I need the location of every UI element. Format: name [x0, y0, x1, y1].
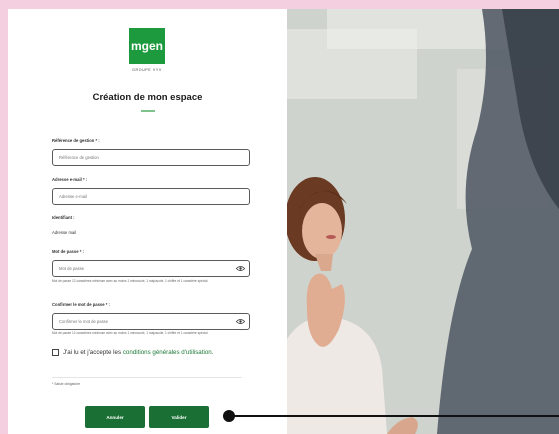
submit-button[interactable]: Valider	[149, 406, 209, 428]
callout-line	[234, 415, 559, 417]
password-input[interactable]: Mot de passe	[52, 260, 250, 277]
password-helper: Mot de passe 12 caractères minimum avec …	[52, 279, 208, 283]
terms-prefix: J'ai lu et j'accepte les	[63, 349, 122, 356]
woman-photo	[287, 9, 559, 434]
terms-checkbox[interactable]	[52, 349, 59, 356]
required-note: * Saisie obligatoire	[52, 382, 81, 386]
reference-placeholder: Référence de gestion	[59, 155, 99, 160]
identifiant-label: Identifiant :	[52, 215, 75, 220]
terms-text: J'ai lu et j'accepte les conditions géné…	[63, 349, 213, 356]
confirm-password-helper: Mot de passe 12 caractères minimum avec …	[52, 331, 208, 335]
confirm-password-label: Confirmer le mot de passe * :	[52, 302, 110, 307]
email-label: Adresse e-mail * :	[52, 177, 88, 182]
form-panel: mgen GROUPE VYV Création de mon espace R…	[8, 9, 287, 434]
password-label: Mot de passe * :	[52, 249, 84, 254]
terms-suffix: .	[211, 349, 214, 356]
page-title: Création de mon espace	[92, 92, 203, 103]
cancel-button[interactable]: Annuler	[85, 406, 145, 428]
eye-icon[interactable]	[236, 318, 245, 325]
password-placeholder: Mot de passe	[59, 266, 85, 271]
title-underline	[141, 110, 155, 112]
identifiant-value: Adresse mail	[52, 230, 77, 235]
mgen-logo: mgen	[129, 28, 165, 64]
signup-page: mgen GROUPE VYV Création de mon espace R…	[8, 9, 559, 434]
terms-link[interactable]: conditions générales d'utilisation	[123, 349, 212, 356]
confirm-password-input[interactable]: Confirmer le mot de passe	[52, 313, 250, 330]
divider	[52, 377, 242, 378]
logo-text: mgen	[130, 39, 163, 53]
eye-icon[interactable]	[236, 265, 245, 272]
confirm-password-placeholder: Confirmer le mot de passe	[59, 319, 109, 324]
hero-photo	[287, 9, 559, 434]
email-input[interactable]: Adresse e-mail	[52, 188, 250, 205]
reference-label: Référence de gestion * :	[52, 138, 100, 143]
logo-subtext: GROUPE VYV	[132, 68, 162, 72]
email-placeholder: Adresse e-mail	[59, 194, 87, 199]
reference-input[interactable]: Référence de gestion	[52, 149, 250, 166]
